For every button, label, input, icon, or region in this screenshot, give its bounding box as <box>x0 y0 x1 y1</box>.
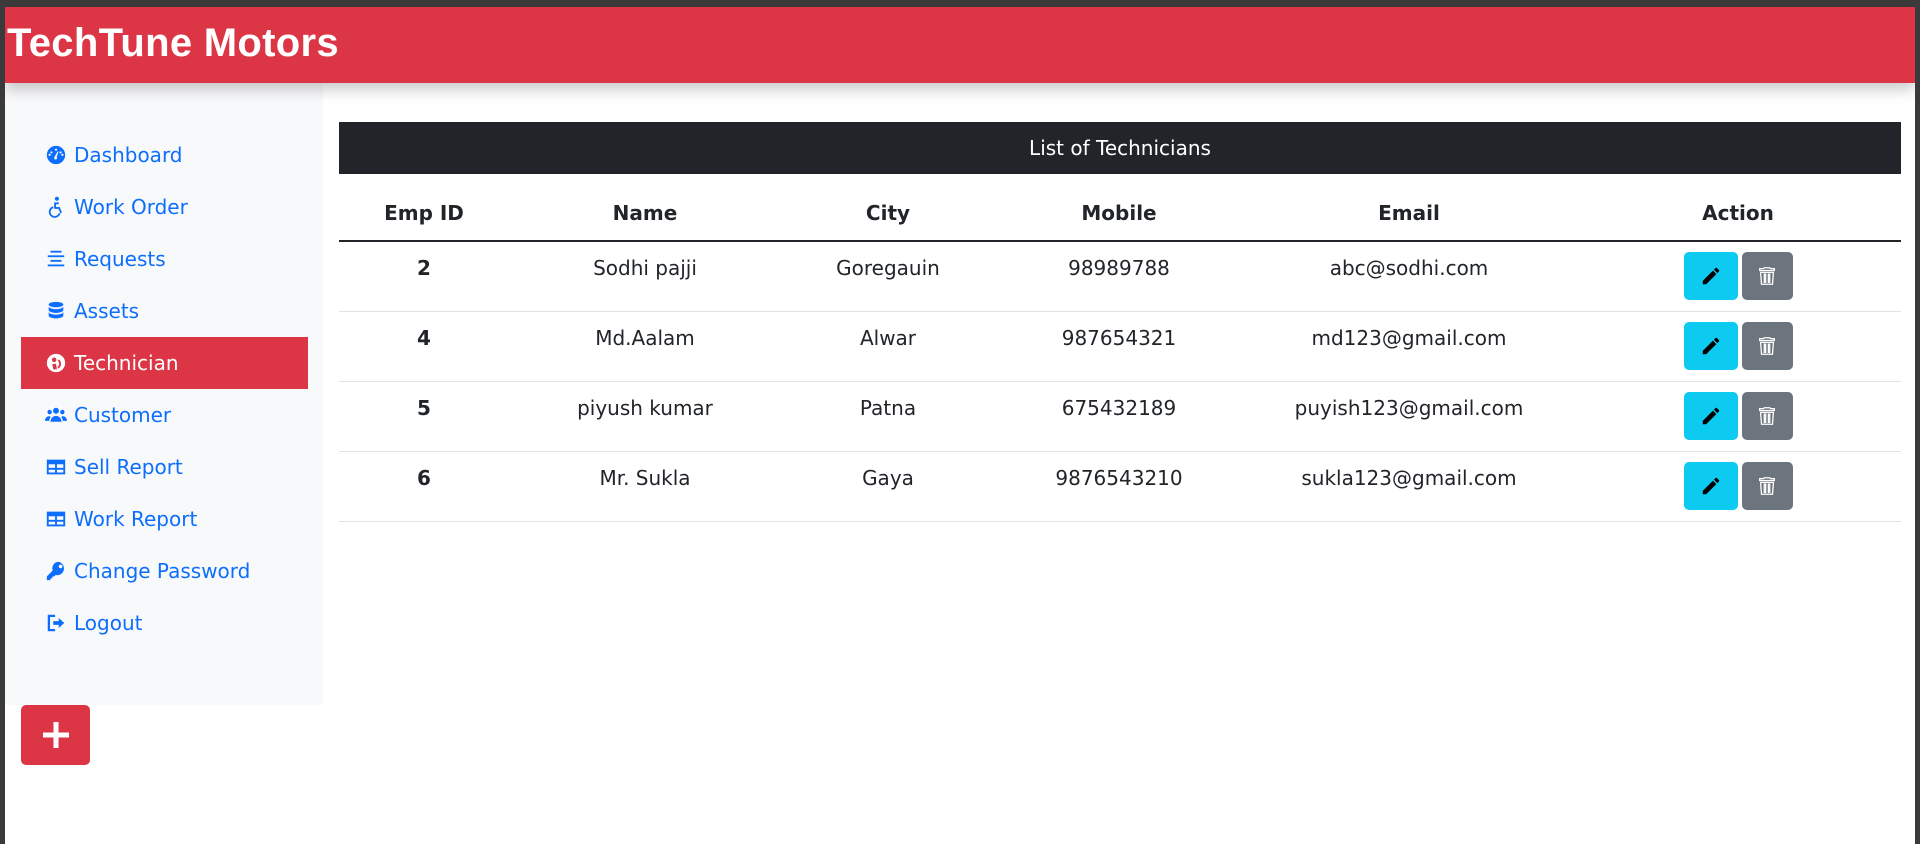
cell-mobile: 675432189 <box>995 381 1243 452</box>
plus-icon <box>42 722 69 748</box>
sidebar-item-label: Technician <box>74 351 179 375</box>
cell-email: puyish123@gmail.com <box>1243 381 1575 452</box>
cell-email: md123@gmail.com <box>1243 311 1575 382</box>
pencil-icon <box>1702 407 1719 424</box>
sidebar-item-work-report[interactable]: Work Report <box>21 493 308 545</box>
cell-action <box>1575 451 1901 522</box>
pencil-icon <box>1702 267 1719 285</box>
cell-mobile: 9876543210 <box>995 451 1243 522</box>
cell-action <box>1575 241 1901 312</box>
sidebar-item-label: Assets <box>74 299 140 323</box>
add-technician-button[interactable] <box>21 705 90 765</box>
sidebar-item-label: Requests <box>74 247 166 271</box>
column-header: Email <box>1243 186 1575 242</box>
cell-name: piyush kumar <box>509 381 781 452</box>
trash-icon <box>1759 267 1775 285</box>
cell-email: sukla123@gmail.com <box>1243 451 1575 522</box>
cell-name: Md.Aalam <box>509 311 781 382</box>
sidebar-item-work-order[interactable]: Work Order <box>21 181 308 233</box>
cell-mobile: 987654321 <box>995 311 1243 382</box>
sidebar-item-label: Customer <box>74 403 172 427</box>
sidebar-item-technician[interactable]: Technician <box>21 337 308 389</box>
sidebar-item-logout[interactable]: Logout <box>21 597 308 649</box>
table-row: 2 Sodhi pajji Goregauin 98989788 abc@sod… <box>339 241 1901 312</box>
edit-button[interactable] <box>1683 461 1738 510</box>
edit-button[interactable] <box>1683 321 1738 370</box>
cell-emp-id: 6 <box>339 451 509 522</box>
edit-button[interactable] <box>1683 252 1738 300</box>
column-header: City <box>781 186 995 242</box>
cell-city: Goregauin <box>781 241 995 312</box>
users-icon <box>45 404 67 426</box>
cell-city: Gaya <box>781 451 995 522</box>
delete-button[interactable] <box>1741 461 1793 510</box>
sidebar-item-label: Change Password <box>74 559 251 583</box>
technicians-table: Emp ID Name City Mobile Email Action 2 S… <box>339 186 1901 522</box>
trash-icon <box>1759 406 1775 425</box>
table-icon <box>45 456 67 478</box>
cell-emp-id: 2 <box>339 241 509 312</box>
cell-action <box>1575 381 1901 452</box>
sidebar-item-label: Dashboard <box>74 143 183 167</box>
main-content: List of Technicians Emp ID Name City Mob… <box>339 122 1901 522</box>
edit-button[interactable] <box>1683 391 1738 440</box>
sidebar-item-requests[interactable]: Requests <box>21 233 308 285</box>
column-header: Name <box>509 186 781 242</box>
cell-email: abc@sodhi.com <box>1243 241 1575 312</box>
cell-name: Mr. Sukla <box>509 451 781 522</box>
sidebar-item-label: Work Report <box>74 507 198 531</box>
sidebar-item-change-password[interactable]: Change Password <box>21 545 308 597</box>
cell-city: Patna <box>781 381 995 452</box>
list-title: List of Technicians <box>339 122 1901 174</box>
cell-emp-id: 4 <box>339 311 509 382</box>
sidebar-item-customer[interactable]: Customer <box>21 389 308 441</box>
sidebar-item-label: Sell Report <box>74 455 183 479</box>
delete-button[interactable] <box>1741 321 1793 370</box>
logout-icon <box>45 612 67 634</box>
gauge-icon <box>45 144 67 166</box>
cell-city: Alwar <box>781 311 995 382</box>
top-navbar: TechTune Motors <box>5 7 1915 83</box>
delete-button[interactable] <box>1741 252 1793 300</box>
sidebar-item-label: Logout <box>74 611 143 635</box>
sidebar-item-assets[interactable]: Assets <box>21 285 308 337</box>
cell-emp-id: 5 <box>339 381 509 452</box>
key-icon <box>45 560 67 582</box>
align-center-icon <box>45 248 67 270</box>
sidebar-item-sell-report[interactable]: Sell Report <box>21 441 308 493</box>
table-header-row: Emp ID Name City Mobile Email Action <box>339 186 1901 242</box>
delete-button[interactable] <box>1741 391 1793 440</box>
accessible-icon <box>45 196 67 218</box>
table-row: 6 Mr. Sukla Gaya 9876543210 sukla123@gma… <box>339 451 1901 522</box>
technician-icon <box>45 352 67 374</box>
column-header: Mobile <box>995 186 1243 242</box>
brand-title[interactable]: TechTune Motors <box>7 21 339 66</box>
table-icon <box>45 508 67 530</box>
app-window: TechTune Motors Dashboard Work Order Req… <box>5 7 1915 844</box>
cell-mobile: 98989788 <box>995 241 1243 312</box>
cell-name: Sodhi pajji <box>509 241 781 312</box>
table-row: 5 piyush kumar Patna 675432189 puyish123… <box>339 381 1901 452</box>
table-row: 4 Md.Aalam Alwar 987654321 md123@gmail.c… <box>339 311 1901 382</box>
column-header: Action <box>1575 186 1901 242</box>
sidebar: Dashboard Work Order Requests Assets Tec… <box>5 83 323 705</box>
pencil-icon <box>1702 477 1719 494</box>
sidebar-item-label: Work Order <box>74 195 188 219</box>
sidebar-item-dashboard[interactable]: Dashboard <box>21 129 308 181</box>
cell-action <box>1575 311 1901 382</box>
pencil-icon <box>1702 337 1719 354</box>
trash-icon <box>1759 336 1775 355</box>
trash-icon <box>1759 476 1775 495</box>
column-header: Emp ID <box>339 186 509 242</box>
database-icon <box>45 300 67 322</box>
